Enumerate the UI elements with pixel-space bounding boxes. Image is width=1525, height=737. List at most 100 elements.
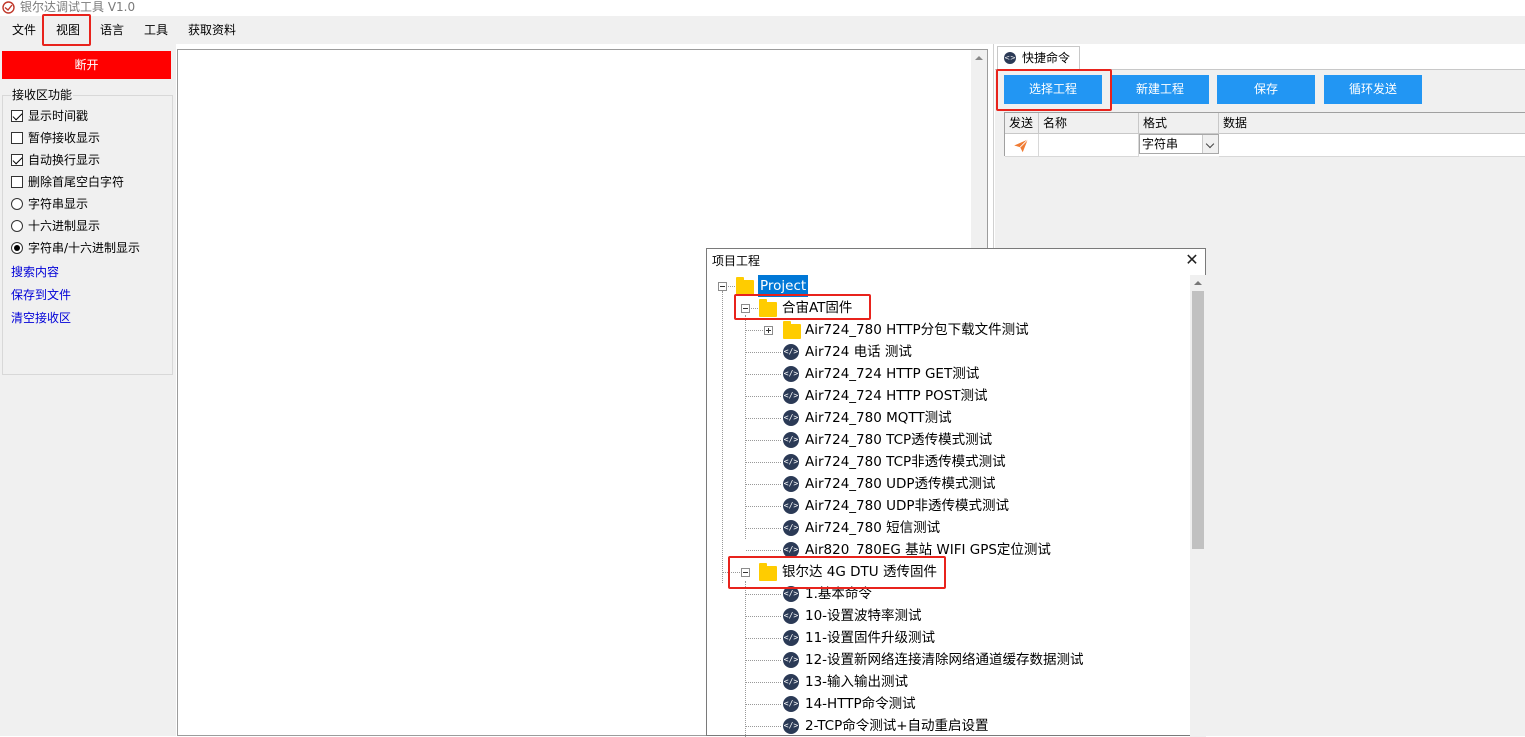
tree-node-command[interactable]: </> Air724 电话 测试 bbox=[707, 341, 1187, 363]
scroll-up-icon[interactable] bbox=[975, 56, 983, 60]
option-label: 字符串显示 bbox=[28, 197, 89, 211]
tree-line bbox=[751, 308, 758, 309]
tree-node-command[interactable]: </> 1.基本命令 bbox=[707, 583, 1187, 605]
command-table: 发送 名称 格式 数据 字符串 bbox=[1004, 112, 1525, 157]
tree-node-label: Air724_780 TCP非透传模式测试 bbox=[805, 454, 1006, 470]
tree-node-command[interactable]: </> 2-TCP命令测试+自动重启设置 bbox=[707, 715, 1187, 737]
format-select-value: 字符串 bbox=[1142, 137, 1179, 151]
checkbox-checked[interactable] bbox=[11, 154, 23, 166]
tree-node-folder-heyu-at[interactable]: 合宙AT固件 bbox=[707, 297, 1187, 319]
collapse-icon[interactable] bbox=[741, 304, 750, 313]
tab-quick-commands[interactable]: <> 快捷命令 bbox=[997, 46, 1080, 70]
tree-node-command[interactable]: </> Air724_780 UDP透传模式测试 bbox=[707, 473, 1187, 495]
format-select[interactable]: 字符串 bbox=[1139, 134, 1219, 154]
tree-node-command[interactable]: </> 11-设置固件升级测试 bbox=[707, 627, 1187, 649]
option-label: 删除首尾空白字符 bbox=[28, 175, 125, 189]
tree-node-label: Air724_724 HTTP GET测试 bbox=[805, 366, 980, 382]
checkbox[interactable] bbox=[11, 176, 23, 188]
tree-node-folder-yinerda-dtu[interactable]: 银尔达 4G DTU 透传固件 bbox=[707, 561, 1187, 583]
code-icon: </> bbox=[783, 388, 799, 404]
tree-line bbox=[746, 682, 781, 683]
tree-line bbox=[746, 638, 781, 639]
code-icon: </> bbox=[783, 608, 799, 624]
tree-node-label: Air724_724 HTTP POST测试 bbox=[805, 388, 988, 404]
menu-language[interactable]: 语言 bbox=[94, 16, 130, 44]
tree-scrollbar[interactable] bbox=[1190, 275, 1206, 737]
tree-node-command[interactable]: </> Air724_780 UDP非透传模式测试 bbox=[707, 495, 1187, 517]
tree-node-label: Air724 电话 测试 bbox=[805, 344, 912, 360]
tree-node-label: 1.基本命令 bbox=[805, 586, 872, 602]
option-label: 暂停接收显示 bbox=[28, 131, 101, 145]
tree-node-command[interactable]: </> 13-输入输出测试 bbox=[707, 671, 1187, 693]
new-project-button[interactable]: 新建工程 bbox=[1111, 75, 1209, 104]
tree-node-command[interactable]: </> 10-设置波特率测试 bbox=[707, 605, 1187, 627]
tree-line bbox=[723, 572, 740, 573]
checkbox-checked[interactable] bbox=[11, 110, 23, 122]
send-plane-icon[interactable] bbox=[1012, 137, 1030, 154]
data-cell[interactable] bbox=[1219, 134, 1525, 157]
checkbox[interactable] bbox=[11, 132, 23, 144]
tree-node-command[interactable]: </> Air820_780EG 基站 WIFI GPS定位测试 bbox=[707, 539, 1187, 561]
scroll-thumb[interactable] bbox=[1192, 291, 1204, 549]
receive-options-panel: 断开 接收区功能 显示时间戳 暂停接收显示 自动换行显示 删除首尾空白字符 字符… bbox=[0, 44, 176, 736]
option-label: 字符串/十六进制显示 bbox=[28, 241, 141, 255]
expand-icon[interactable] bbox=[764, 326, 773, 335]
folder-icon bbox=[759, 299, 777, 317]
tree-node-label: 12-设置新网络连接清除网络通道缓存数据测试 bbox=[805, 652, 1084, 668]
window-title: 银尔达调试工具 V1.0 bbox=[20, 0, 136, 14]
column-header-send: 发送 bbox=[1005, 113, 1039, 134]
tree-node-label: Air724_780 短信测试 bbox=[805, 520, 941, 536]
collapse-icon[interactable] bbox=[741, 568, 750, 577]
tree-node-subfolder[interactable]: Air724_780 HTTP分包下载文件测试 bbox=[707, 319, 1187, 341]
menu-view[interactable]: 视图 bbox=[50, 16, 86, 44]
search-content-link[interactable]: 搜索内容 bbox=[11, 264, 59, 280]
tree-line bbox=[746, 440, 781, 441]
tree-node-label: 11-设置固件升级测试 bbox=[805, 630, 936, 646]
name-cell[interactable] bbox=[1039, 134, 1139, 157]
disconnect-button[interactable]: 断开 bbox=[2, 51, 171, 79]
column-header-format: 格式 bbox=[1139, 113, 1219, 134]
group-title: 接收区功能 bbox=[11, 88, 74, 102]
menu-file[interactable]: 文件 bbox=[6, 16, 42, 44]
menu-get-resources[interactable]: 获取资料 bbox=[182, 16, 242, 44]
code-icon: </> bbox=[783, 674, 799, 690]
tree-node-label: 银尔达 4G DTU 透传固件 bbox=[782, 564, 937, 580]
tree-node-command[interactable]: </> 14-HTTP命令测试 bbox=[707, 693, 1187, 715]
send-cell[interactable] bbox=[1005, 134, 1039, 157]
tree-line bbox=[746, 374, 781, 375]
tree-node-command[interactable]: </> Air724_780 MQTT测试 bbox=[707, 407, 1187, 429]
code-icon: </> bbox=[783, 586, 799, 602]
option-label: 十六进制显示 bbox=[28, 219, 101, 233]
tree-line bbox=[728, 286, 735, 287]
tree-node-command[interactable]: </> Air724_780 TCP非透传模式测试 bbox=[707, 451, 1187, 473]
tab-label: 快捷命令 bbox=[1022, 51, 1071, 65]
tree-line bbox=[746, 352, 781, 353]
radio[interactable] bbox=[11, 198, 23, 210]
code-icon: </> bbox=[783, 718, 799, 734]
scroll-up-icon[interactable] bbox=[1194, 281, 1202, 285]
code-icon: </> bbox=[783, 696, 799, 712]
tree-line bbox=[746, 396, 781, 397]
close-icon[interactable]: ✕ bbox=[1185, 252, 1199, 268]
tree-line bbox=[746, 726, 781, 727]
tree-node-command[interactable]: </> Air724_780 短信测试 bbox=[707, 517, 1187, 539]
select-project-button[interactable]: 选择工程 bbox=[1004, 75, 1102, 104]
tree-line bbox=[746, 418, 781, 419]
radio-selected[interactable] bbox=[11, 242, 23, 254]
tree-node-command[interactable]: </> Air724_724 HTTP GET测试 bbox=[707, 363, 1187, 385]
tree-node-command[interactable]: </> Air724_780 TCP透传模式测试 bbox=[707, 429, 1187, 451]
collapse-icon[interactable] bbox=[718, 282, 727, 291]
tree-node-command[interactable]: </> 12-设置新网络连接清除网络通道缓存数据测试 bbox=[707, 649, 1187, 671]
menu-tools[interactable]: 工具 bbox=[138, 16, 174, 44]
option-label: 显示时间戳 bbox=[28, 109, 89, 123]
loop-send-button[interactable]: 循环发送 bbox=[1324, 75, 1422, 104]
tree-node-command[interactable]: </> Air724_724 HTTP POST测试 bbox=[707, 385, 1187, 407]
tree-line bbox=[746, 594, 781, 595]
tree-node-project[interactable]: Project bbox=[707, 275, 1187, 297]
save-to-file-link[interactable]: 保存到文件 bbox=[11, 287, 71, 303]
save-button[interactable]: 保存 bbox=[1217, 75, 1315, 104]
code-icon: </> bbox=[783, 630, 799, 646]
chevron-down-icon[interactable] bbox=[1202, 135, 1218, 153]
radio[interactable] bbox=[11, 220, 23, 232]
clear-receive-link[interactable]: 清空接收区 bbox=[11, 310, 71, 326]
